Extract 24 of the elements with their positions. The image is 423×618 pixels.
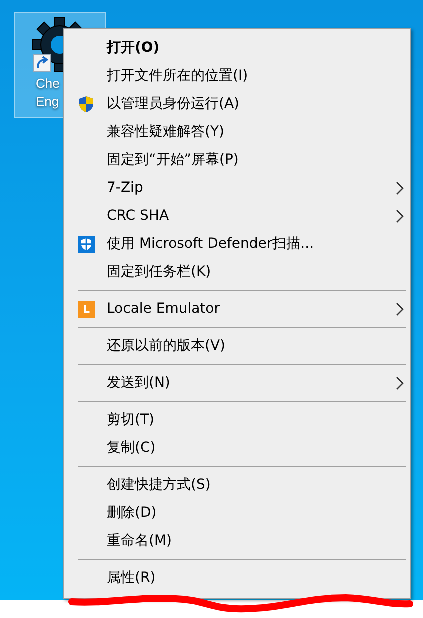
- menu-item[interactable]: 固定到任务栏(K): [66, 258, 408, 286]
- menu-item[interactable]: 兼容性疑难解答(Y): [66, 118, 408, 146]
- menu-item[interactable]: 复制(C): [66, 434, 408, 462]
- app-logo-icon: L: [78, 301, 95, 318]
- shield-icon: [78, 96, 95, 113]
- menu-item[interactable]: 创建快捷方式(S): [66, 471, 408, 499]
- chevron-right-icon: [396, 303, 404, 316]
- menu-item[interactable]: 剪切(T): [66, 406, 408, 434]
- menu-item[interactable]: L Locale Emulator: [66, 295, 408, 323]
- menu-item[interactable]: 7-Zip: [66, 174, 408, 202]
- chevron-right-icon: [396, 210, 404, 223]
- menu-item[interactable]: 使用 Microsoft Defender扫描...: [66, 230, 408, 258]
- menu-item[interactable]: 固定到“开始”屏幕(P): [66, 146, 408, 174]
- menu-item[interactable]: 发送到(N): [66, 369, 408, 397]
- chevron-right-icon: [396, 377, 404, 390]
- menu-item[interactable]: 删除(D): [66, 499, 408, 527]
- icon-label: Eng: [36, 93, 60, 111]
- shield-icon: [78, 236, 95, 253]
- menu-item[interactable]: CRC SHA: [66, 202, 408, 230]
- menu-item[interactable]: 重命名(M): [66, 527, 408, 555]
- menu-item[interactable]: 属性(R): [66, 564, 408, 592]
- icon-label: Che: [36, 75, 60, 93]
- chevron-right-icon: [396, 182, 404, 195]
- menu-item[interactable]: 还原以前的版本(V): [66, 332, 408, 360]
